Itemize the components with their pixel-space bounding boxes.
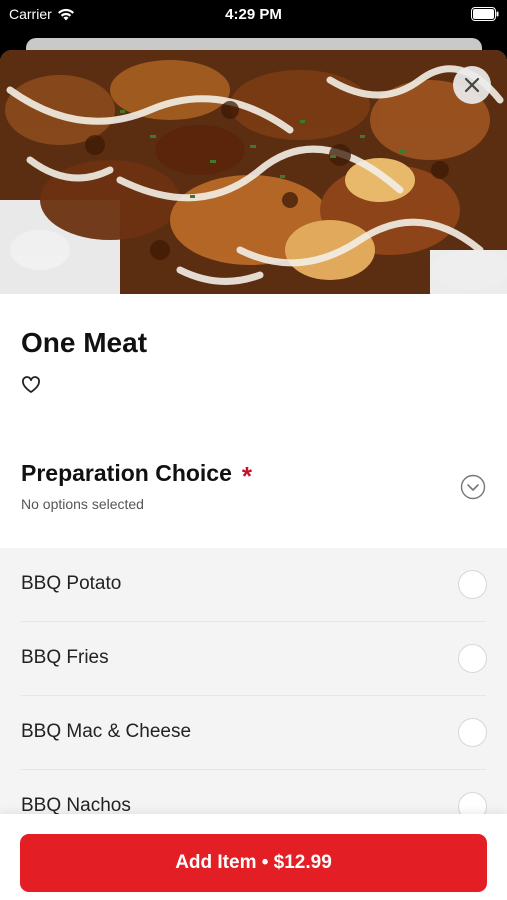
heart-outline-icon[interactable] [21, 376, 41, 394]
required-indicator: * [241, 460, 253, 491]
food-photo [0, 50, 507, 294]
options-list: BBQ Potato BBQ Fries BBQ Mac & Cheese BB… [0, 548, 507, 848]
app-screen: Carrier 4:29 PM One Meat Preparation Cho… [0, 0, 507, 900]
item-detail-sheet: One Meat Preparation Choice * No options… [0, 50, 507, 900]
status-time: 4:29 PM [225, 6, 282, 23]
radio-button[interactable] [458, 644, 487, 673]
section-subtitle: No options selected [21, 496, 144, 512]
add-item-button[interactable]: Add Item • $12.99 [20, 834, 487, 892]
radio-button[interactable] [458, 570, 487, 599]
footer-bar: Add Item • $12.99 [0, 814, 507, 900]
status-bar: Carrier 4:29 PM [0, 0, 507, 30]
section-title-text: Preparation Choice [21, 460, 232, 486]
option-row-bbq-fries[interactable]: BBQ Fries [0, 622, 507, 696]
option-label: BBQ Mac & Cheese [21, 721, 192, 742]
chevron-down-circle-icon[interactable] [460, 474, 486, 500]
battery-icon [471, 7, 499, 21]
option-label: BBQ Potato [21, 573, 122, 594]
radio-button[interactable] [458, 718, 487, 747]
close-button[interactable] [453, 66, 491, 104]
food-photo-art [0, 50, 507, 294]
close-icon [464, 77, 480, 93]
option-row-bbq-mac-cheese[interactable]: BBQ Mac & Cheese [0, 696, 507, 770]
section-title: Preparation Choice * [21, 460, 253, 491]
option-label: BBQ Fries [21, 647, 109, 668]
item-title: One Meat [21, 327, 148, 358]
option-row-bbq-potato[interactable]: BBQ Potato [0, 548, 507, 622]
